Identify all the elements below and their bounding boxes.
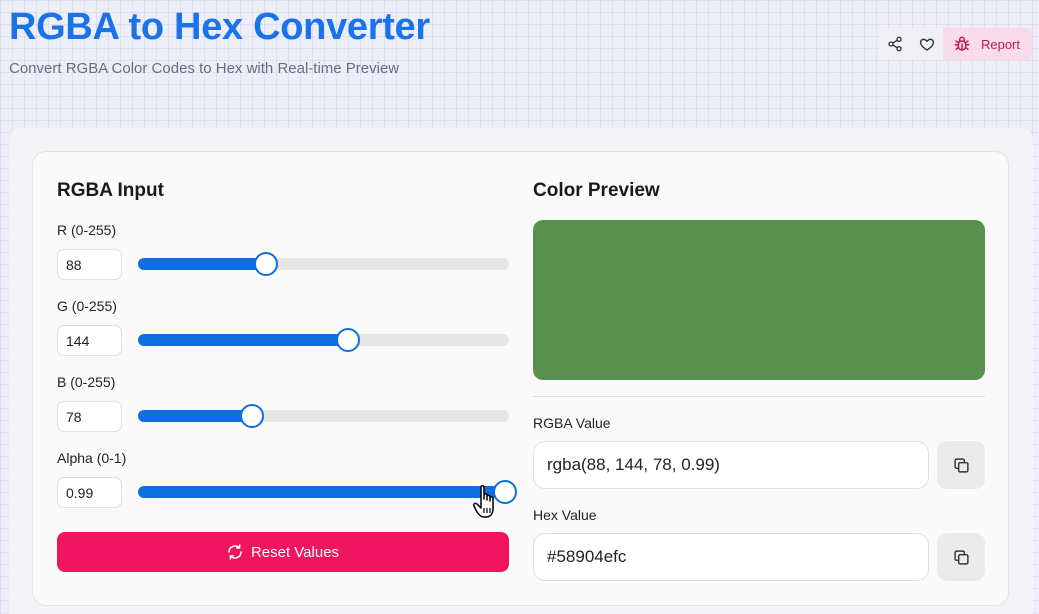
b-slider-thumb[interactable]: [239, 404, 264, 428]
share-button[interactable]: [878, 28, 911, 60]
copy-rgba-button[interactable]: [937, 441, 985, 489]
r-label: R (0-255): [57, 222, 117, 238]
share-icon: [888, 36, 902, 52]
alpha-slider[interactable]: [138, 480, 518, 504]
r-slider-fill: [138, 258, 266, 270]
copy-icon: [953, 549, 969, 565]
hand-cursor-icon: [473, 485, 494, 518]
r-slider-thumb[interactable]: [253, 252, 278, 276]
page-subtitle: Convert RGBA Color Codes to Hex with Rea…: [9, 60, 400, 77]
g-slider[interactable]: [138, 328, 509, 352]
alpha-input[interactable]: [57, 477, 122, 508]
alpha-slider-fill: [138, 486, 506, 498]
reset-values-button[interactable]: Reset Values: [57, 532, 509, 572]
color-preview-heading: Color Preview: [533, 180, 660, 201]
color-preview-swatch: [533, 220, 985, 380]
hex-value-label: Hex Value: [533, 507, 597, 523]
b-input[interactable]: [57, 401, 122, 432]
g-slider-thumb[interactable]: [335, 328, 360, 352]
g-label: G (0-255): [57, 298, 117, 314]
r-slider[interactable]: [138, 252, 509, 276]
b-slider-fill: [138, 410, 252, 422]
alpha-label: Alpha (0-1): [57, 450, 127, 466]
copy-icon: [953, 457, 969, 473]
b-slider[interactable]: [138, 404, 509, 428]
rgba-value-label: RGBA Value: [533, 415, 611, 431]
hex-value-field[interactable]: #58904efc: [533, 533, 929, 581]
page-title: RGBA to Hex Converter: [9, 6, 430, 48]
header-actions: Report: [878, 28, 1032, 60]
copy-hex-button[interactable]: [937, 533, 985, 581]
g-input[interactable]: [57, 325, 122, 356]
b-label: B (0-255): [57, 374, 116, 390]
bug-icon: [954, 36, 970, 51]
heart-icon: [919, 38, 935, 51]
refresh-icon: [228, 544, 242, 560]
favorite-button[interactable]: [910, 28, 943, 60]
reset-values-label: Reset Values: [250, 543, 340, 561]
r-input[interactable]: [57, 249, 122, 280]
report-button[interactable]: Report: [942, 28, 1032, 60]
g-slider-fill: [138, 334, 348, 346]
rgba-input-heading: RGBA Input: [57, 180, 164, 201]
divider: [533, 396, 985, 397]
rgba-value-field[interactable]: rgba(88, 144, 78, 0.99): [533, 441, 929, 489]
report-label: Report: [980, 36, 1020, 52]
